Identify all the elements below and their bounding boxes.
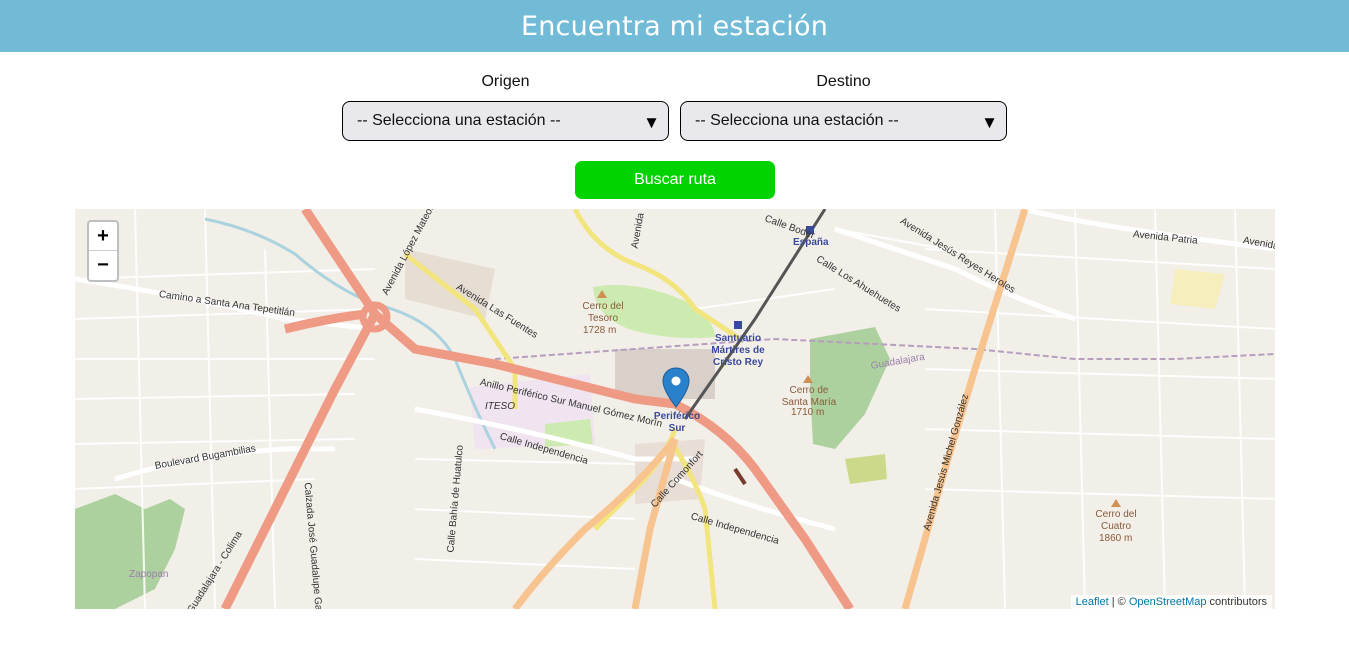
map-label-cerro-santa-maria-alt: 1710 m <box>791 407 825 418</box>
origin-select-value: -- Selecciona una estación -- <box>357 112 561 129</box>
map-view[interactable]: España Santuario Mártires de Cristo Rey … <box>75 209 1275 609</box>
zoom-in-button[interactable]: + <box>89 222 117 251</box>
chevron-down-icon: ▼ <box>981 113 998 132</box>
origin-label: Origen <box>481 73 530 90</box>
destination-field: Destino -- Selecciona una estación -- ▼ <box>680 72 1007 141</box>
osm-link[interactable]: OpenStreetMap <box>1129 596 1207 608</box>
map-label-iteso: ITESO <box>485 401 516 412</box>
map-label-cerro-cuatro: Cerro del Cuatro <box>1095 509 1137 532</box>
search-route-button[interactable]: Buscar ruta <box>575 161 775 199</box>
map-label-cerro-tesoro-alt: 1728 m <box>583 325 617 336</box>
attribution-separator: | © <box>1108 596 1129 608</box>
page-title: Encuentra mi estación <box>520 10 829 42</box>
destination-select[interactable]: -- Selecciona una estación -- ▼ <box>680 101 1007 141</box>
map-label-zapopan: Zapopan <box>129 569 169 580</box>
destination-select-value: -- Selecciona una estación -- <box>695 112 899 129</box>
map-tiles <box>75 209 1275 609</box>
map-label-cerro-cuatro-alt: 1860 m <box>1099 533 1133 544</box>
origin-select[interactable]: -- Selecciona una estación -- ▼ <box>342 101 669 141</box>
origin-field: Origen -- Selecciona una estación -- ▼ <box>342 72 669 141</box>
app-header: Encuentra mi estación <box>0 0 1349 52</box>
leaflet-link[interactable]: Leaflet <box>1076 596 1109 608</box>
map-label-cerro-tesoro: Cerro del Tesoro <box>582 301 624 324</box>
chevron-down-icon: ▼ <box>643 113 660 132</box>
zoom-control: + − <box>87 220 119 282</box>
attribution-suffix: contributors <box>1206 596 1267 608</box>
map-label-santuario: Santuario Mártires de Cristo Rey <box>711 333 765 368</box>
map-label-cerro-santa-maria: Cerro de Santa María <box>781 385 837 408</box>
map-pin-icon[interactable] <box>662 367 690 409</box>
destination-label: Destino <box>816 73 871 90</box>
zoom-out-button[interactable]: − <box>89 251 117 280</box>
map-attribution: Leaflet | © OpenStreetMap contributors <box>1070 595 1272 609</box>
